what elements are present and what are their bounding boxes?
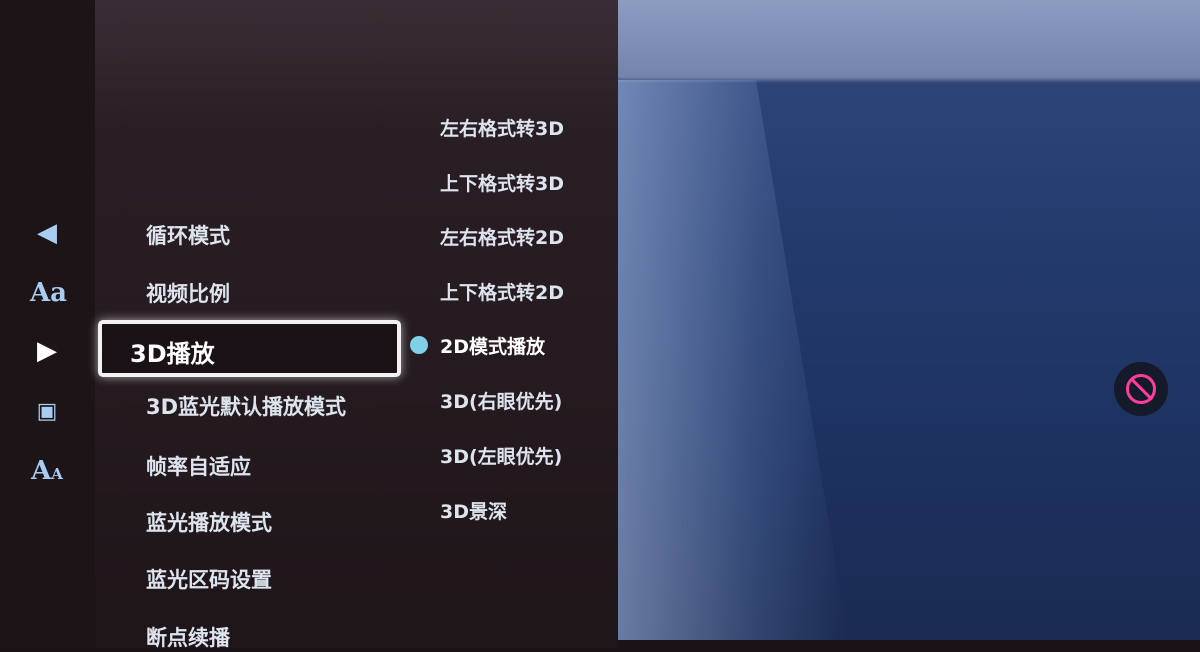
selected-indicator [410,336,428,354]
option-2d-mode[interactable]: 2D模式播放 [440,332,545,359]
menu-item-3d-play[interactable]: 3D播放 [98,320,401,377]
play-icon[interactable]: ▶ [30,336,64,366]
menu-item-3d-bluray-default[interactable]: 3D蓝光默认播放模式 [146,391,346,421]
menu-item-bluray-mode[interactable]: 蓝光播放模式 [146,507,272,537]
subtitle-icon[interactable]: AA [30,456,64,486]
option-lr-to-2d[interactable]: 左右格式转2D [440,223,564,250]
menu-item-label: 3D播放 [130,340,215,368]
font-size-icon[interactable]: Aa [30,278,67,308]
option-tb-to-2d[interactable]: 上下格式转2D [440,278,564,305]
mute-symbol [1126,374,1156,404]
option-tb-to-3d[interactable]: 上下格式转3D [440,169,564,196]
mute-icon[interactable] [1114,362,1168,416]
sidebar [0,0,95,648]
menu-item-loop-mode[interactable]: 循环模式 [146,220,230,250]
option-3d-right-eye[interactable]: 3D(右眼优先) [440,387,562,414]
option-lr-to-3d[interactable]: 左右格式转3D [440,114,564,141]
option-3d-left-eye[interactable]: 3D(左眼优先) [440,442,562,469]
menu-item-region-code[interactable]: 蓝光区码设置 [146,564,272,594]
picture-icon[interactable]: ▣ [30,396,64,426]
speaker-icon[interactable]: ◀ [30,218,64,248]
menu-item-frame-rate[interactable]: 帧率自适应 [146,451,251,481]
option-3d-depth[interactable]: 3D景深 [440,497,507,524]
menu-item-video-ratio[interactable]: 视频比例 [146,278,230,308]
